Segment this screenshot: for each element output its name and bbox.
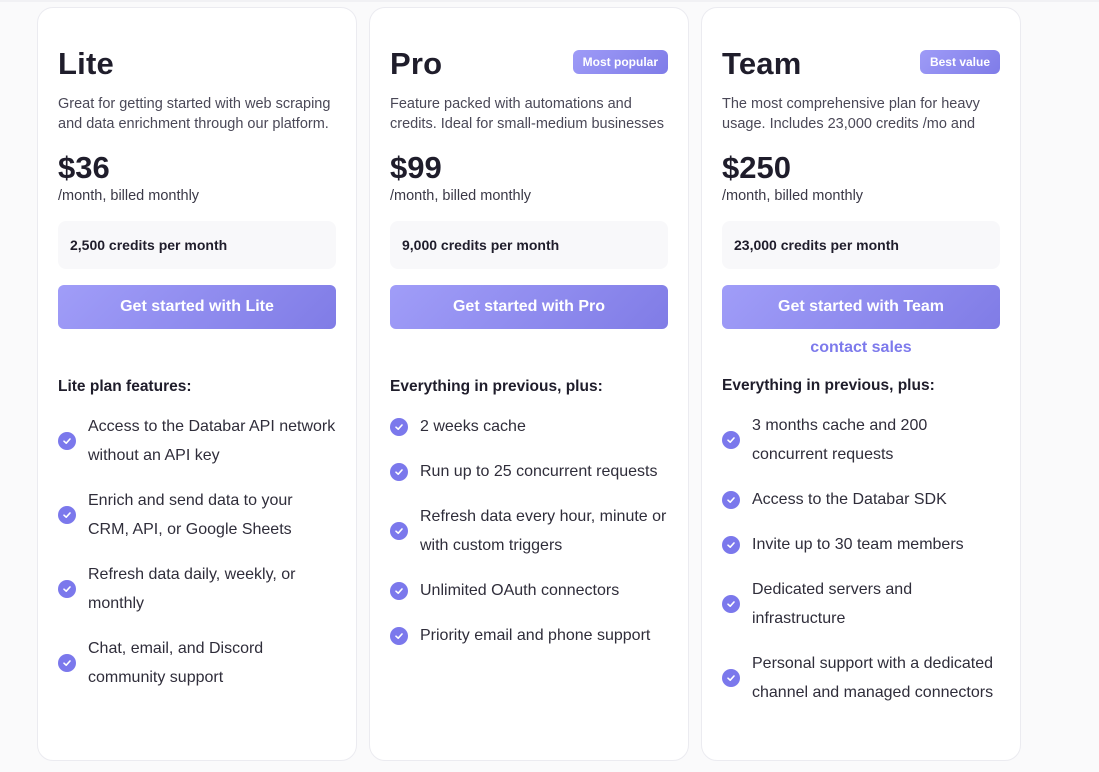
check-circle-icon [390, 417, 408, 436]
plan-description: Feature packed with automations and cred… [390, 96, 664, 132]
top-divider [0, 0, 1099, 2]
check-circle-icon [722, 595, 740, 613]
plan-price: $36 [58, 150, 110, 185]
check-circle-icon [722, 535, 740, 554]
feature-text: Unlimited OAuth connectors [420, 582, 620, 599]
check-circle-icon [390, 522, 408, 540]
credits-box: 9,000 credits per month [390, 221, 668, 269]
plan-name: Pro [390, 46, 443, 81]
feature-item: Refresh data every hour, minute or with … [390, 502, 668, 560]
feature-text: Chat, email, and Discord community suppo… [88, 640, 264, 686]
check-circle-icon [722, 490, 740, 509]
feature-item: Enrich and send data to your CRM, API, o… [58, 486, 336, 544]
feature-item: 3 months cache and 200 concurrent reques… [722, 411, 1000, 469]
plan-header: Lite [58, 46, 336, 82]
features-title: Lite plan features: [58, 378, 192, 395]
check-circle-icon [722, 431, 740, 449]
contact-sales-link[interactable]: contact sales [722, 338, 1000, 358]
features-title: Everything in previous, plus: [390, 378, 603, 395]
plan-header: Pro Most popular [390, 46, 668, 82]
feature-item: Run up to 25 concurrent requests [390, 457, 668, 486]
feature-text: Dedicated servers and infrastructure [752, 581, 913, 627]
feature-text: Personal support with a dedicated channe… [752, 655, 994, 701]
feature-text: Access to the Databar SDK [752, 491, 947, 508]
feature-text: Enrich and send data to your CRM, API, o… [88, 492, 293, 538]
feature-text: Access to the Databar API network withou… [88, 418, 336, 464]
check-circle-icon [58, 506, 76, 524]
billing-period: /month, billed monthly [722, 188, 864, 204]
feature-item: Invite up to 30 team members [722, 530, 1000, 559]
plan-name: Lite [58, 46, 114, 81]
feature-text: Priority email and phone support [420, 627, 651, 644]
best-value-badge: Best value [919, 50, 1000, 74]
pricing-cards: Lite Great for getting started with web … [37, 7, 1021, 761]
billing-period: /month, billed monthly [390, 188, 532, 204]
feature-list: Access to the Databar API network withou… [58, 412, 336, 692]
most-popular-badge: Most popular [572, 50, 668, 74]
feature-text: 3 months cache and 200 concurrent reques… [752, 417, 928, 463]
plan-description: Great for getting started with web scrap… [58, 96, 331, 132]
check-circle-icon [390, 581, 408, 600]
plan-price: $99 [390, 150, 442, 185]
feature-list: 3 months cache and 200 concurrent reques… [722, 411, 1000, 707]
feature-item: Access to the Databar SDK [722, 485, 1000, 514]
check-circle-icon [390, 626, 408, 645]
feature-item: Personal support with a dedicated channe… [722, 649, 1000, 707]
get-started-pro-button[interactable]: Get started with Pro [390, 285, 668, 329]
check-circle-icon [722, 669, 740, 687]
feature-item: Chat, email, and Discord community suppo… [58, 634, 336, 692]
check-circle-icon [58, 580, 76, 598]
get-started-team-button[interactable]: Get started with Team [722, 285, 1000, 329]
features-title: Everything in previous, plus: [722, 377, 935, 394]
check-circle-icon [390, 462, 408, 481]
plan-header: Team Best value [722, 46, 1000, 82]
check-circle-icon [58, 432, 76, 450]
check-circle-icon [58, 654, 76, 672]
feature-text: Run up to 25 concurrent requests [420, 463, 658, 480]
plan-name: Team [722, 46, 802, 81]
feature-item: Access to the Databar API network withou… [58, 412, 336, 470]
credits-box: 23,000 credits per month [722, 221, 1000, 269]
feature-item: Unlimited OAuth connectors [390, 576, 668, 605]
feature-text: Invite up to 30 team members [752, 536, 964, 553]
feature-item: Priority email and phone support [390, 621, 668, 650]
feature-text: Refresh data every hour, minute or with … [420, 508, 667, 554]
get-started-lite-button[interactable]: Get started with Lite [58, 285, 336, 329]
plan-description: The most comprehensive plan for heavy us… [722, 96, 980, 132]
feature-list: 2 weeks cache Run up to 25 concurrent re… [390, 412, 668, 650]
feature-item: 2 weeks cache [390, 412, 668, 441]
feature-text: Refresh data daily, weekly, or monthly [88, 566, 296, 612]
plan-card-team: Team Best value The most comprehensive p… [701, 7, 1021, 761]
feature-item: Dedicated servers and infrastructure [722, 575, 1000, 633]
plan-card-lite: Lite Great for getting started with web … [37, 7, 357, 761]
credits-box: 2,500 credits per month [58, 221, 336, 269]
feature-item: Refresh data daily, weekly, or monthly [58, 560, 336, 618]
billing-period: /month, billed monthly [58, 188, 200, 204]
plan-card-pro: Pro Most popular Feature packed with aut… [369, 7, 689, 761]
plan-price: $250 [722, 150, 791, 185]
feature-text: 2 weeks cache [420, 418, 526, 435]
